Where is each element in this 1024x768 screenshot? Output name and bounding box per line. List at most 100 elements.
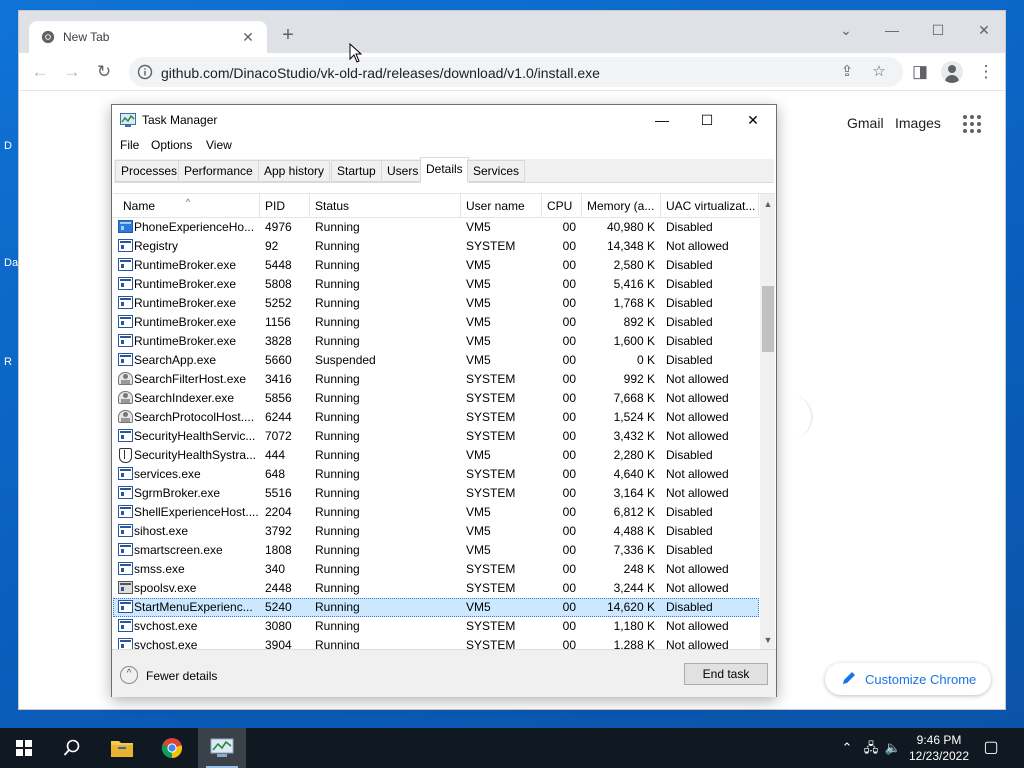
network-icon[interactable]: 🖧 — [862, 740, 880, 756]
minimize-button[interactable]: — — [869, 17, 915, 45]
cell-name: SearchProtocolHost.... — [113, 408, 260, 427]
table-row[interactable]: SearchIndexer.exe 5856 Running SYSTEM 00 7,66… — [113, 389, 759, 408]
table-row[interactable]: RuntimeBroker.exe 5808 Running VM5 00 5,416 K… — [113, 275, 759, 294]
taskbar-clock[interactable]: 9:46 PM 12/23/2022 — [904, 732, 974, 764]
images-link[interactable]: Images — [895, 115, 941, 131]
back-icon[interactable]: ← — [27, 59, 53, 85]
taskbar-chrome[interactable] — [148, 728, 196, 768]
table-row[interactable]: SearchFilterHost.exe 3416 Running SYSTEM 00 9… — [113, 370, 759, 389]
table-row[interactable]: svchost.exe 3080 Running SYSTEM 00 1,180 K Not… — [113, 617, 759, 636]
table-row[interactable]: sihost.exe 3792 Running VM5 00 4,488 K Disable… — [113, 522, 759, 541]
task-manager-titlebar[interactable]: Task Manager — ☐ ✕ — [112, 105, 776, 135]
notifications-icon[interactable]: ▢ — [982, 740, 1000, 756]
tab-close-icon[interactable]: ✕ — [237, 26, 259, 48]
search-button[interactable] — [48, 728, 96, 768]
tab-startup[interactable]: Startup — [331, 160, 382, 182]
tab-search-icon[interactable]: ⌄ — [823, 17, 869, 45]
collapse-chevron-icon[interactable]: ^ — [120, 666, 138, 684]
table-row[interactable]: SecurityHealthSystra... 444 Running VM5 00 2,… — [113, 446, 759, 465]
table-row[interactable]: SgrmBroker.exe 5516 Running SYSTEM 00 3,164 K… — [113, 484, 759, 503]
cell-name: Registry — [113, 237, 260, 256]
desktop-label-fragment[interactable]: D — [4, 140, 12, 152]
menu-view[interactable]: View — [206, 138, 232, 152]
cell-pid: 92 — [265, 239, 279, 253]
reload-icon[interactable]: ↻ — [91, 59, 117, 85]
cell-mem: 14,348 K — [606, 239, 655, 253]
google-apps-icon[interactable] — [963, 115, 981, 133]
volume-icon[interactable]: 🔈 — [884, 740, 902, 756]
taskbar-file-explorer[interactable] — [98, 728, 146, 768]
tab-new-tab[interactable]: New Tab ✕ — [29, 21, 267, 53]
cell-cpu: 00 — [562, 467, 576, 481]
cell-cpu: 00 — [562, 296, 576, 310]
column-header-status[interactable]: Status — [310, 194, 461, 218]
tab-performance[interactable]: Performance — [178, 160, 259, 182]
table-row[interactable]: services.exe 648 Running SYSTEM 00 4,640 K Not… — [113, 465, 759, 484]
scrollbar-thumb[interactable] — [762, 286, 774, 352]
desktop-label-fragment[interactable]: R — [4, 356, 12, 368]
table-row[interactable]: RuntimeBroker.exe 5252 Running VM5 00 1,768 K… — [113, 294, 759, 313]
table-row[interactable]: RuntimeBroker.exe 1156 Running VM5 00 892 K Di… — [113, 313, 759, 332]
tab-app-history[interactable]: App history — [258, 160, 331, 182]
gmail-link[interactable]: Gmail — [847, 115, 884, 131]
address-bar[interactable]: github.com/DinacoStudio/vk-old-rad/relea… — [129, 57, 903, 87]
vertical-scrollbar[interactable]: ▲ ▼ — [760, 194, 775, 649]
tab-users[interactable]: Users — [381, 160, 425, 182]
table-row[interactable]: Registry 92 Running SYSTEM 00 14,348 K Not all… — [113, 237, 759, 256]
new-tab-button[interactable]: + — [277, 25, 299, 47]
fewer-details-link[interactable]: Fewer details — [146, 669, 217, 683]
tab-processes[interactable]: Processes — [115, 160, 184, 182]
chrome-menu-icon[interactable]: ⋮ — [973, 59, 999, 85]
column-header-name[interactable]: ^ Name — [118, 194, 260, 218]
cell-user: VM5 — [466, 334, 491, 348]
tray-chevron-icon[interactable]: ⌃ — [838, 740, 856, 756]
cell-user: SYSTEM — [466, 372, 516, 386]
cell-cpu: 00 — [562, 239, 576, 253]
profile-avatar-icon[interactable] — [941, 61, 963, 83]
menu-file[interactable]: File — [120, 138, 139, 152]
maximize-button[interactable]: ☐ — [915, 17, 961, 45]
end-task-button[interactable]: End task — [684, 663, 768, 685]
table-row[interactable]: smss.exe 340 Running SYSTEM 00 248 K Not allow… — [113, 560, 759, 579]
app-process-icon — [118, 638, 133, 649]
column-header-cpu[interactable]: CPU — [542, 194, 582, 218]
table-row[interactable]: StartMenuExperienc... 5240 Running VM5 00 14,… — [113, 598, 759, 617]
table-row[interactable]: PhoneExperienceHo... 4976 Running VM5 00 40,9… — [113, 218, 759, 237]
url-text[interactable]: github.com/DinacoStudio/vk-old-rad/relea… — [161, 65, 600, 81]
column-header-pid[interactable]: PID — [260, 194, 310, 218]
taskbar-task-manager[interactable] — [198, 728, 246, 768]
table-row[interactable]: SearchProtocolHost.... 6244 Running SYSTEM 0… — [113, 408, 759, 427]
info-icon[interactable] — [137, 64, 153, 80]
table-row[interactable]: smartscreen.exe 1808 Running VM5 00 7,336 K Di… — [113, 541, 759, 560]
start-button[interactable] — [0, 728, 48, 768]
column-header-user-name[interactable]: User name — [461, 194, 542, 218]
maximize-button[interactable]: ☐ — [684, 105, 730, 135]
scroll-down-icon[interactable]: ▼ — [760, 632, 775, 648]
table-row[interactable]: spoolsv.exe 2448 Running SYSTEM 00 3,244 K Not… — [113, 579, 759, 598]
tab-details[interactable]: Details — [420, 157, 469, 183]
table-row[interactable]: RuntimeBroker.exe 5448 Running VM5 00 2,580 K… — [113, 256, 759, 275]
cell-user: SYSTEM — [466, 486, 516, 500]
cell-cpu: 00 — [562, 600, 576, 614]
desktop-label-fragment[interactable]: Da — [4, 257, 18, 269]
share-icon[interactable]: ⇪ — [837, 62, 857, 82]
cell-uac: Not allowed — [666, 372, 729, 386]
column-header-memory[interactable]: Memory (a... — [582, 194, 661, 218]
table-row[interactable]: svchost.exe 3904 Running SYSTEM 00 1,288 K Not… — [113, 636, 759, 649]
close-button[interactable]: ✕ — [961, 17, 1007, 45]
menu-options[interactable]: Options — [151, 138, 192, 152]
minimize-button[interactable]: — — [639, 105, 685, 135]
bookmark-star-icon[interactable]: ☆ — [869, 62, 889, 82]
table-row[interactable]: RuntimeBroker.exe 3828 Running VM5 00 1,600 K… — [113, 332, 759, 351]
table-row[interactable]: ShellExperienceHost.... 2204 Running VM5 00 6… — [113, 503, 759, 522]
customize-chrome-button[interactable]: Customize Chrome — [825, 663, 991, 695]
forward-icon[interactable]: → — [59, 59, 85, 85]
column-header-row: ^ Name PID Status User name CPU Memory (… — [113, 194, 759, 218]
table-row[interactable]: SearchApp.exe 5660 Suspended VM5 00 0 K Disabl… — [113, 351, 759, 370]
table-row[interactable]: SecurityHealthServic... 7072 Running SYSTEM… — [113, 427, 759, 446]
scroll-up-icon[interactable]: ▲ — [760, 196, 775, 212]
column-header-uac[interactable]: UAC virtualizat... — [661, 194, 759, 218]
tab-services[interactable]: Services — [467, 160, 526, 182]
side-panel-icon[interactable]: ◨ — [907, 59, 933, 85]
close-button[interactable]: ✕ — [730, 105, 776, 135]
